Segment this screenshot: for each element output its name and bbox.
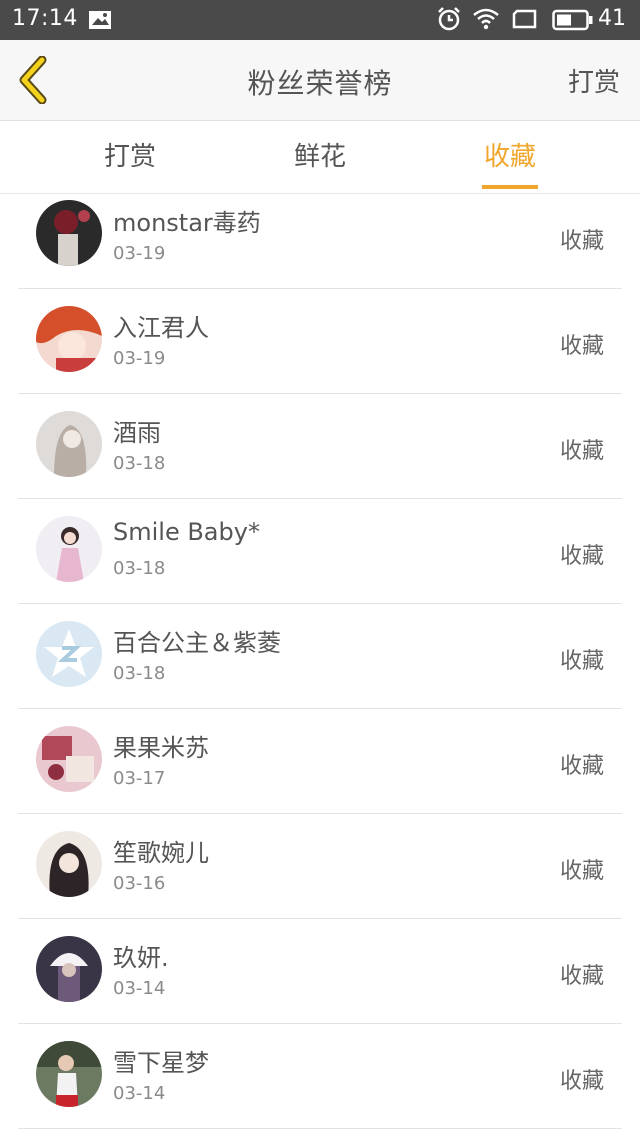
user-name: monstar毒药 bbox=[113, 209, 261, 237]
status-bar: 17:14 41 bbox=[0, 0, 640, 40]
tab-favorites[interactable]: 收藏 bbox=[440, 121, 580, 193]
avatar[interactable] bbox=[36, 516, 102, 582]
list-item[interactable]: 雪下星梦 03-14 收藏 bbox=[18, 1023, 622, 1129]
user-name: Smile Baby* bbox=[113, 518, 260, 546]
battery-level: 41 bbox=[598, 6, 626, 31]
favorite-label: 收藏 bbox=[559, 649, 604, 674]
item-date: 03-14 bbox=[113, 978, 166, 999]
list-item[interactable]: 果果米苏 03-17 收藏 bbox=[18, 708, 622, 814]
reward-button[interactable]: 打赏 bbox=[568, 62, 620, 99]
favorite-label: 收藏 bbox=[559, 859, 604, 884]
app-header: 粉丝荣誉榜 打赏 bbox=[0, 40, 640, 121]
list-item[interactable]: 笙歌婉儿 03-16 收藏 bbox=[18, 813, 622, 919]
avatar[interactable] bbox=[36, 200, 102, 266]
screen-icon bbox=[512, 9, 538, 33]
status-time: 17:14 bbox=[12, 6, 78, 31]
page-title: 粉丝荣誉榜 bbox=[247, 67, 393, 100]
tab-bar: 打赏 鲜花 收藏 bbox=[0, 121, 640, 194]
user-name: 玖妍. bbox=[113, 944, 169, 972]
list-item[interactable]: 入江君人 03-19 收藏 bbox=[18, 288, 622, 394]
avatar[interactable] bbox=[36, 726, 102, 792]
list-item[interactable]: 玖妍. 03-14 收藏 bbox=[18, 918, 622, 1024]
list-item[interactable]: Smile Baby* 03-18 收藏 bbox=[18, 498, 622, 604]
user-name: 百合公主＆紫菱 bbox=[113, 629, 281, 657]
favorite-label: 收藏 bbox=[559, 544, 604, 569]
tab-reward[interactable]: 打赏 bbox=[60, 121, 200, 193]
item-date: 03-17 bbox=[113, 768, 166, 789]
favorite-label: 收藏 bbox=[559, 754, 604, 779]
active-tab-indicator bbox=[482, 185, 538, 189]
item-date: 03-18 bbox=[113, 453, 166, 474]
favorite-label: 收藏 bbox=[559, 229, 604, 254]
avatar[interactable] bbox=[36, 1041, 102, 1107]
tab-flowers[interactable]: 鲜花 bbox=[250, 121, 390, 193]
user-name: 入江君人 bbox=[113, 314, 209, 342]
item-date: 03-16 bbox=[113, 873, 166, 894]
user-name: 笙歌婉儿 bbox=[113, 839, 209, 867]
avatar[interactable] bbox=[36, 306, 102, 372]
item-date: 03-18 bbox=[113, 558, 166, 579]
fan-list[interactable]: monstar毒药 03-19 收藏 入江君人 03-19 收藏 酒雨 03-1… bbox=[0, 195, 640, 1138]
avatar[interactable] bbox=[36, 831, 102, 897]
user-name: 果果米苏 bbox=[113, 734, 209, 762]
avatar[interactable] bbox=[36, 936, 102, 1002]
wifi-icon bbox=[472, 8, 500, 34]
list-item[interactable]: 百合公主＆紫菱 03-18 收藏 bbox=[18, 603, 622, 709]
list-item[interactable]: 酒雨 03-18 收藏 bbox=[18, 393, 622, 499]
list-item[interactable]: monstar毒药 03-19 收藏 bbox=[18, 195, 622, 289]
avatar[interactable] bbox=[36, 411, 102, 477]
user-name: 雪下星梦 bbox=[113, 1049, 209, 1077]
favorite-label: 收藏 bbox=[559, 964, 604, 989]
item-date: 03-19 bbox=[113, 348, 166, 369]
image-icon bbox=[88, 10, 112, 34]
favorite-label: 收藏 bbox=[559, 439, 604, 464]
item-date: 03-14 bbox=[113, 1083, 166, 1104]
item-date: 03-18 bbox=[113, 663, 166, 684]
favorite-label: 收藏 bbox=[559, 334, 604, 359]
battery-icon bbox=[552, 9, 594, 35]
avatar[interactable] bbox=[36, 621, 102, 687]
favorite-label: 收藏 bbox=[559, 1069, 604, 1094]
alarm-icon bbox=[436, 6, 462, 36]
user-name: 酒雨 bbox=[113, 419, 161, 447]
item-date: 03-19 bbox=[113, 243, 166, 264]
